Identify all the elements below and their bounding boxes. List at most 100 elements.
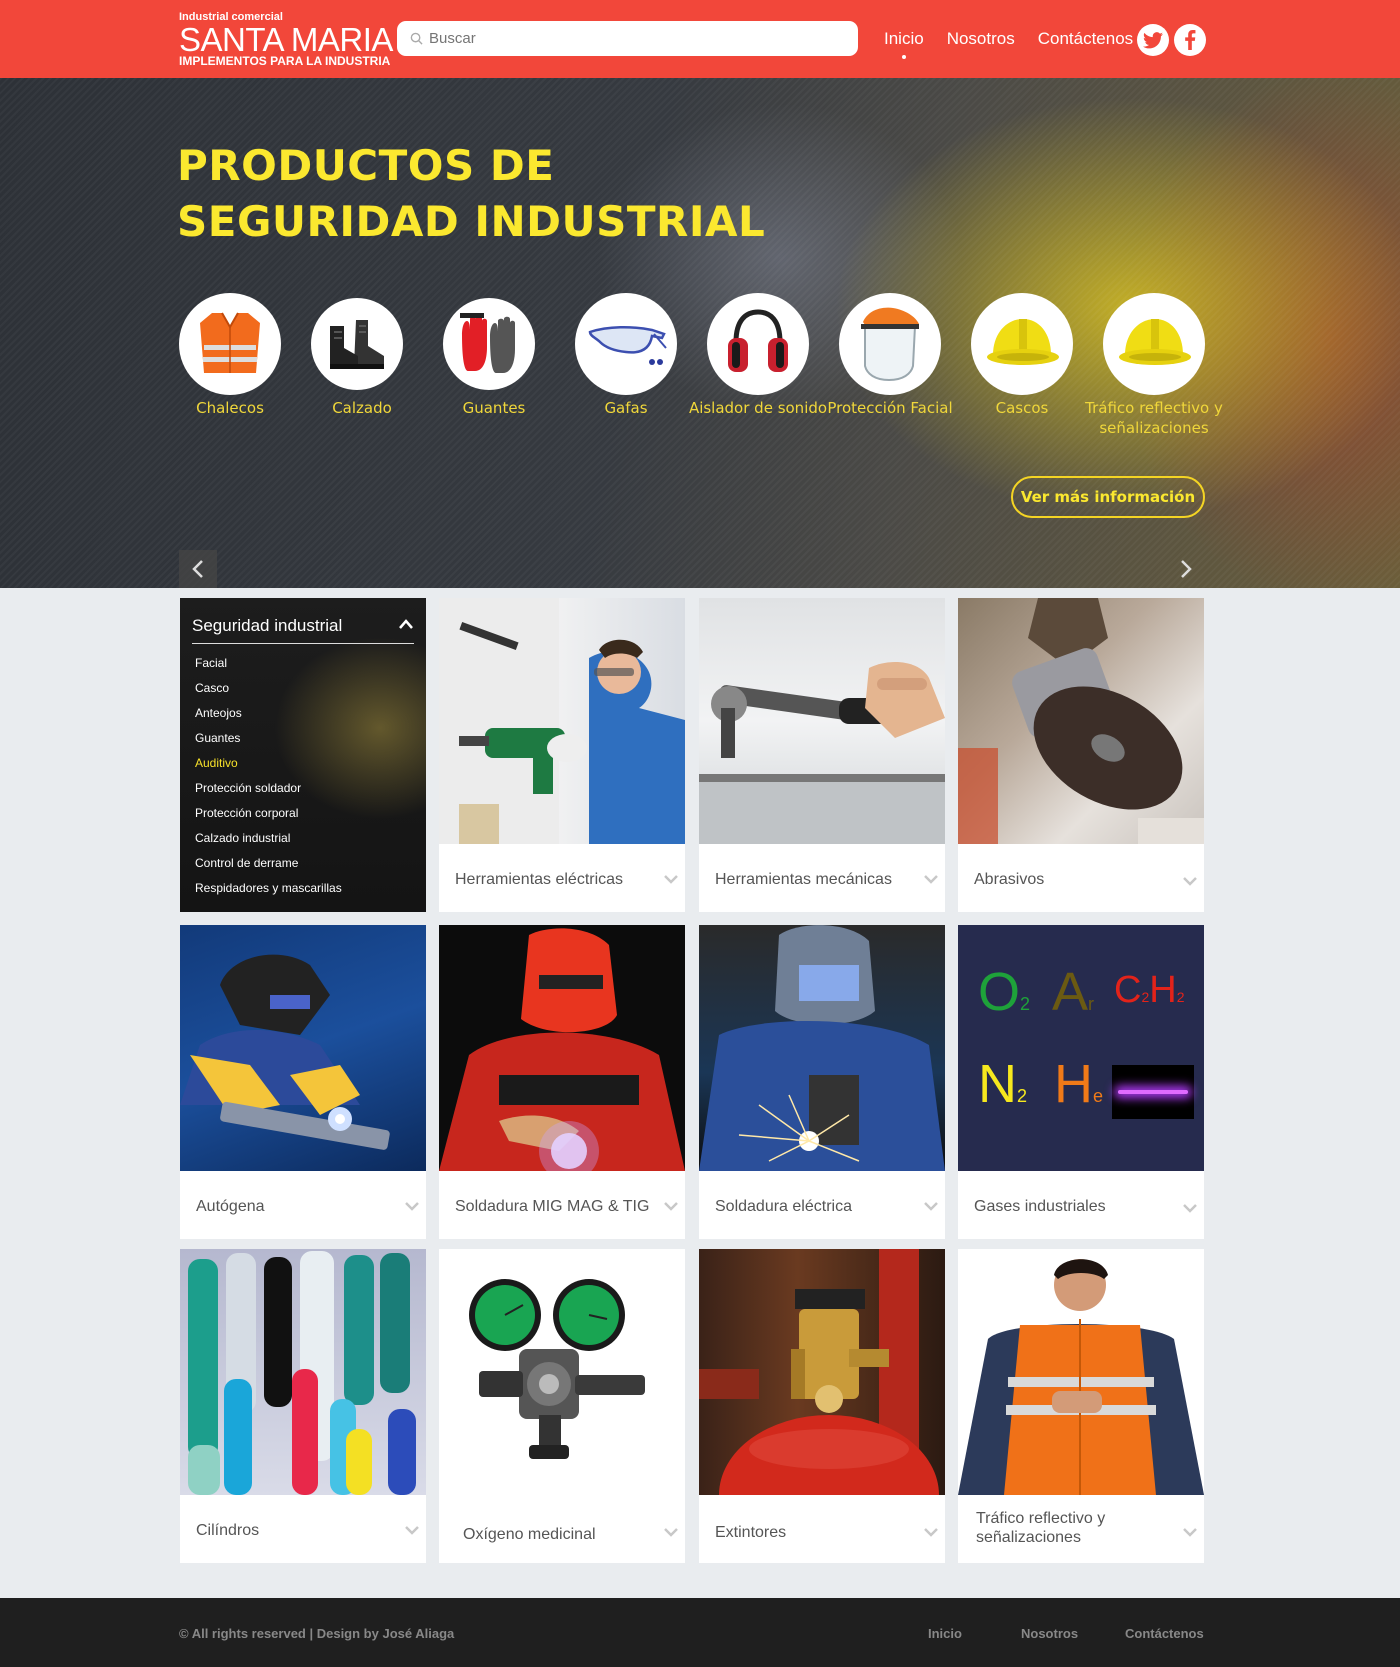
chevron-down-icon[interactable] [663, 1201, 679, 1211]
category-proteccion-facial[interactable] [839, 293, 941, 395]
hero-title: PRODUCTOS DE SEGURIDAD INDUSTRIAL [177, 138, 765, 250]
menu-item-casco[interactable]: Casco [195, 681, 342, 706]
category-calzado[interactable] [311, 298, 403, 390]
chevron-down-icon[interactable] [404, 1201, 420, 1211]
logo-name: SANTA MARIA [179, 21, 393, 58]
product-card-autogena[interactable]: Autógena [180, 925, 426, 1239]
category-label[interactable]: Guantes [424, 398, 564, 418]
category-label[interactable]: Protección Facial [820, 398, 960, 418]
category-guantes[interactable] [443, 298, 535, 390]
product-image [958, 1249, 1204, 1495]
goggles-icon [588, 326, 667, 365]
product-card-abrasivos[interactable]: Abrasivos [958, 598, 1204, 912]
nav-nosotros[interactable]: Nosotros [947, 29, 1015, 49]
menu-item-auditivo[interactable]: Auditivo [195, 756, 342, 781]
chevron-up-icon[interactable] [398, 618, 414, 630]
chevron-down-icon[interactable] [1182, 1527, 1198, 1537]
category-chalecos[interactable] [179, 293, 281, 395]
slider-prev-button[interactable] [179, 550, 217, 588]
category-trafico[interactable] [1103, 293, 1205, 395]
gloves-icon [460, 313, 515, 373]
chevron-down-icon[interactable] [1182, 1203, 1198, 1213]
category-label[interactable]: Tráfico reflectivo y señalizaciones [1084, 398, 1224, 438]
footer-nav-contactenos[interactable]: Contáctenos [1125, 1626, 1204, 1641]
menu-item-proteccion-corporal[interactable]: Protección corporal [195, 806, 342, 831]
gas-ar: Ar [1052, 962, 1095, 1022]
product-title: Autógena [196, 1198, 265, 1215]
product-card-cilindros[interactable]: Cilíndros [180, 1249, 426, 1563]
nav-contactenos[interactable]: Contáctenos [1038, 29, 1133, 49]
product-title: Abrasivos [974, 871, 1045, 888]
product-card-extintores[interactable]: Extintores [699, 1249, 945, 1563]
facebook-icon[interactable] [1174, 24, 1206, 56]
helmet-icon [987, 319, 1059, 365]
menu-item-respiradores[interactable]: Respidadores y mascarillas [195, 881, 342, 906]
product-title: Herramientas mecánicas [715, 871, 892, 888]
gas-c2h2: C2H2 [1114, 969, 1185, 1011]
product-title: Extintores [715, 1524, 787, 1541]
gas-o2: O2 [978, 962, 1031, 1022]
product-image [699, 925, 945, 1171]
product-card-trafico-reflectivo[interactable]: Tráfico reflectivo y señalizaciones [958, 1249, 1204, 1563]
earmuffs-icon [728, 309, 788, 372]
logo[interactable]: Industrial comercial SANTA MARIA IMPLEME… [179, 12, 393, 68]
category-label[interactable]: Gafas [556, 398, 696, 418]
slider-next-button[interactable] [1167, 550, 1205, 588]
product-image [699, 1249, 945, 1495]
product-card-soldadura-mig[interactable]: Soldadura MIG MAG & TIG [439, 925, 685, 1239]
category-gafas[interactable] [575, 293, 677, 395]
footer-nav-inicio[interactable]: Inicio [928, 1626, 962, 1641]
search-box[interactable] [397, 21, 858, 56]
site-footer: © All rights reserved | Design by José A… [0, 1598, 1400, 1667]
chevron-down-icon[interactable] [923, 874, 939, 884]
chevron-down-icon[interactable] [663, 1527, 679, 1537]
chevron-down-icon[interactable] [404, 1525, 420, 1535]
product-title: Soldadura eléctrica [715, 1198, 852, 1215]
gas-he: He [1054, 1054, 1104, 1114]
product-image [958, 598, 1204, 844]
menu-item-proteccion-soldador[interactable]: Protección soldador [195, 781, 342, 806]
chevron-down-icon[interactable] [663, 874, 679, 884]
face-shield-icon [861, 307, 919, 382]
menu-item-control-derrame[interactable]: Control de derrame [195, 856, 342, 881]
chevron-down-icon[interactable] [923, 1527, 939, 1537]
menu-item-facial[interactable]: Facial [195, 656, 342, 681]
category-label[interactable]: Cascos [952, 398, 1092, 418]
category-label[interactable]: Aislador de sonido [688, 398, 828, 418]
product-image [699, 598, 945, 844]
chevron-right-icon [1181, 560, 1192, 578]
product-card-soldadura-electrica[interactable]: Soldadura eléctrica [699, 925, 945, 1239]
vest-icon [200, 312, 260, 373]
footer-nav-nosotros[interactable]: Nosotros [1021, 1626, 1078, 1641]
product-card-herramientas-electricas[interactable]: Herramientas eléctricas [439, 598, 685, 912]
category-aislador[interactable] [707, 293, 809, 395]
twitter-icon[interactable] [1137, 24, 1169, 56]
logo-subtitle: IMPLEMENTOS PARA LA INDUSTRIA [179, 54, 391, 68]
site-header: Industrial comercial SANTA MARIA IMPLEME… [0, 0, 1400, 78]
menu-item-calzado-industrial[interactable]: Calzado industrial [195, 831, 342, 856]
product-card-herramientas-mecanicas[interactable]: Herramientas mecánicas [699, 598, 945, 912]
menu-header[interactable]: Seguridad industrial [192, 616, 414, 644]
search-input[interactable] [429, 30, 849, 47]
chevron-down-icon[interactable] [1182, 876, 1198, 886]
plasma-image [1112, 1065, 1194, 1119]
product-image [180, 925, 426, 1171]
menu-item-anteojos[interactable]: Anteojos [195, 706, 342, 731]
chevron-left-icon [192, 560, 203, 578]
gas-n2: N2 [978, 1054, 1028, 1114]
product-title: Tráfico reflectivo y señalizaciones [976, 1510, 1106, 1546]
product-card-gases-industriales[interactable]: O2 Ar C2H2 N2 He Gases industriales [958, 925, 1204, 1239]
search-icon [410, 32, 423, 45]
menu-item-guantes[interactable]: Guantes [195, 731, 342, 756]
category-cascos[interactable] [971, 293, 1073, 395]
main-nav: Inicio Nosotros Contáctenos [884, 29, 1156, 49]
category-label[interactable]: Chalecos [160, 398, 300, 418]
more-info-button[interactable]: Ver más información [1011, 476, 1205, 518]
hero-title-line2: SEGURIDAD INDUSTRIAL [177, 197, 766, 246]
boots-icon [330, 320, 384, 369]
category-label[interactable]: Calzado [292, 398, 432, 418]
product-card-oxigeno-medicinal[interactable]: Oxígeno medicinal [439, 1249, 685, 1563]
helmet-icon [1119, 319, 1191, 365]
nav-inicio[interactable]: Inicio [884, 29, 924, 49]
chevron-down-icon[interactable] [923, 1201, 939, 1211]
